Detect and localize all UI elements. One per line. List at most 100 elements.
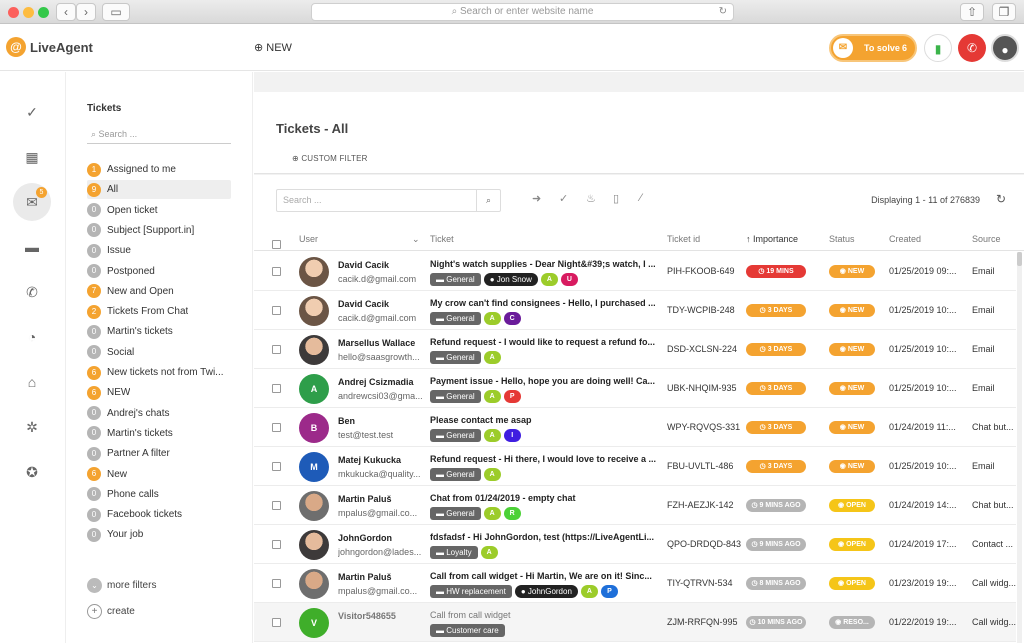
- sidebar-filter-item[interactable]: 0 Open ticket: [87, 201, 231, 220]
- department-tag[interactable]: ▬ General: [430, 428, 481, 442]
- more-filters-button[interactable]: ⌄ more filters: [87, 578, 156, 593]
- user-name[interactable]: Marsellus Wallace: [338, 338, 426, 348]
- ticket-id[interactable]: DSD-XCLSN-224: [667, 344, 737, 354]
- department-tag[interactable]: ▬ General: [430, 350, 481, 364]
- department-tag[interactable]: ▬ General: [430, 506, 481, 520]
- sidebar-filter-item[interactable]: 0 Andrej's chats: [87, 404, 231, 423]
- sidebar-filter-item[interactable]: 0 Martin's tickets: [87, 424, 231, 443]
- ticket-subject[interactable]: My crow can't find consignees - Hello, I…: [430, 298, 662, 308]
- refresh-icon[interactable]: ↻: [996, 192, 1006, 206]
- tickets-icon[interactable]: ✉ 5: [13, 183, 51, 221]
- reload-icon[interactable]: ↻: [719, 4, 727, 20]
- label-tag[interactable]: A: [483, 389, 501, 403]
- column-status[interactable]: Status: [829, 234, 855, 244]
- row-checkbox[interactable]: [272, 306, 281, 318]
- user-avatar[interactable]: ●: [991, 34, 1019, 62]
- sidebar-filter-item[interactable]: 0 Martin's tickets: [87, 322, 231, 341]
- sidebar-filter-item[interactable]: 0 Phone calls: [87, 485, 231, 504]
- ticket-id[interactable]: FZH-AEZJK-142: [667, 500, 734, 510]
- table-row[interactable]: V Visitor548655 Call from call widget ▬ Cus…: [254, 603, 1016, 642]
- label-tag[interactable]: A: [483, 467, 501, 481]
- department-tag[interactable]: ▬ General: [430, 311, 481, 325]
- department-tag[interactable]: ▬ General: [430, 272, 481, 286]
- table-row[interactable]: Martin Paluš mpalus@gmail.co... Chat from …: [254, 486, 1016, 525]
- ticket-subject[interactable]: Night's watch supplies - Dear Night&#39;…: [430, 259, 662, 269]
- ticket-subject[interactable]: Payment issue - Hello, hope you are doin…: [430, 376, 662, 386]
- column-created[interactable]: Created: [889, 234, 921, 244]
- table-scrollbar[interactable]: [1017, 252, 1022, 643]
- user-name[interactable]: Andrej Csizmadia: [338, 377, 426, 387]
- search-icon[interactable]: ⌕: [476, 190, 500, 211]
- ticket-id[interactable]: ZJM-RRFQN-995: [667, 617, 738, 627]
- sidebar-filter-item[interactable]: 9 All: [87, 180, 231, 200]
- avatar[interactable]: [299, 296, 329, 326]
- department-tag[interactable]: ▬ Loyalty: [430, 545, 478, 559]
- sidebar-filter-item[interactable]: 1 Assigned to me: [87, 160, 231, 179]
- sidebar-filter-item[interactable]: 0 Subject [Support.in]: [87, 221, 231, 240]
- fire-icon[interactable]: ♨: [586, 192, 596, 205]
- close-window-button[interactable]: [8, 7, 19, 18]
- department-tag[interactable]: ▬ HW replacement: [430, 584, 512, 598]
- custom-filter-button[interactable]: ⊕ CUSTOM FILTER: [292, 154, 368, 163]
- user-name[interactable]: Martin Paluš: [338, 494, 426, 504]
- user-name[interactable]: David Cacik: [338, 260, 426, 270]
- trash-icon[interactable]: ▯: [613, 192, 619, 205]
- tabs-icon[interactable]: ❐: [992, 3, 1016, 21]
- address-bar[interactable]: ⌕ Search or enter website name ↻: [311, 3, 734, 21]
- avatar[interactable]: B: [299, 413, 329, 443]
- row-checkbox[interactable]: [272, 501, 281, 513]
- chat-icon[interactable]: ▬: [13, 228, 51, 266]
- ticket-id[interactable]: TDY-WCPIB-248: [667, 305, 735, 315]
- row-checkbox[interactable]: [272, 462, 281, 474]
- department-tag[interactable]: ▬ General: [430, 389, 481, 403]
- to-solve-button[interactable]: ✉ To solve 6: [829, 34, 917, 62]
- table-row[interactable]: M Matej Kukucka mkukucka@quality... Refund …: [254, 447, 1016, 486]
- sidebar-filter-item[interactable]: 6 New: [87, 465, 231, 484]
- ticket-id[interactable]: PIH-FKOOB-649: [667, 266, 735, 276]
- row-checkbox[interactable]: [272, 579, 281, 591]
- knowledgebase-icon[interactable]: ⌂: [13, 363, 51, 401]
- sidebar-filter-item[interactable]: 0 Partner A filter: [87, 444, 231, 463]
- label-tag[interactable]: A: [483, 350, 501, 364]
- user-name[interactable]: JohnGordon: [338, 533, 426, 543]
- sidebar-filter-item[interactable]: 0 Your job: [87, 525, 231, 544]
- table-row[interactable]: Marsellus Wallace hello@saasgrowth... Refu…: [254, 330, 1016, 369]
- agent-tag[interactable]: ● Jon Snow: [483, 272, 538, 286]
- sidebar-filter-item[interactable]: 2 Tickets From Chat: [87, 302, 231, 321]
- avatar[interactable]: A: [299, 374, 329, 404]
- share-icon[interactable]: ⇧: [960, 3, 984, 21]
- resolve-check-icon[interactable]: ✓: [559, 192, 568, 205]
- sidebar-filter-item[interactable]: 0 Issue: [87, 241, 231, 260]
- table-row[interactable]: Martin Paluš mpalus@gmail.co... Call from …: [254, 564, 1016, 603]
- user-name[interactable]: Ben: [338, 416, 426, 426]
- label-tag[interactable]: A: [540, 272, 558, 286]
- avatar[interactable]: [299, 257, 329, 287]
- table-row[interactable]: David Cacik cacik.d@gmail.com My crow can'…: [254, 291, 1016, 330]
- ticket-id[interactable]: QPO-DRDQD-843: [667, 539, 741, 549]
- column-importance[interactable]: ↑ Importance: [746, 234, 798, 244]
- table-row[interactable]: B Ben test@test.test Please contact me asap…: [254, 408, 1016, 447]
- ticket-id[interactable]: TIY-QTRVN-534: [667, 578, 733, 588]
- table-row[interactable]: JohnGordon johngordon@lades... fdsfadsf - …: [254, 525, 1016, 564]
- label-tag[interactable]: I: [503, 428, 521, 442]
- table-row[interactable]: David Cacik cacik.d@gmail.com Night's watc…: [254, 252, 1016, 291]
- ticket-search-input[interactable]: Search ... ⌕: [276, 189, 501, 212]
- reports-icon[interactable]: ◔: [13, 318, 51, 356]
- row-checkbox[interactable]: [272, 267, 281, 279]
- maximize-window-button[interactable]: [38, 7, 49, 18]
- avatar[interactable]: [299, 569, 329, 599]
- ticket-subject[interactable]: Refund request - Hi there, I would love …: [430, 454, 662, 464]
- sidebar-toggle-icon[interactable]: ▭: [102, 3, 130, 21]
- avatar[interactable]: M: [299, 452, 329, 482]
- sidebar-filter-item[interactable]: 6 NEW: [87, 383, 231, 402]
- row-checkbox[interactable]: [272, 540, 281, 552]
- ticket-id[interactable]: UBK-NHQIM-935: [667, 383, 737, 393]
- avatar[interactable]: V: [299, 608, 329, 638]
- filter-search-input[interactable]: ⌕ Search ...: [87, 124, 231, 144]
- sidebar-filter-item[interactable]: 0 Postponed: [87, 262, 231, 281]
- label-tag[interactable]: U: [560, 272, 578, 286]
- label-tag[interactable]: A: [480, 545, 498, 559]
- avatar[interactable]: [299, 491, 329, 521]
- department-tag[interactable]: ▬ General: [430, 467, 481, 481]
- settings-gear-icon[interactable]: ✲: [13, 408, 51, 446]
